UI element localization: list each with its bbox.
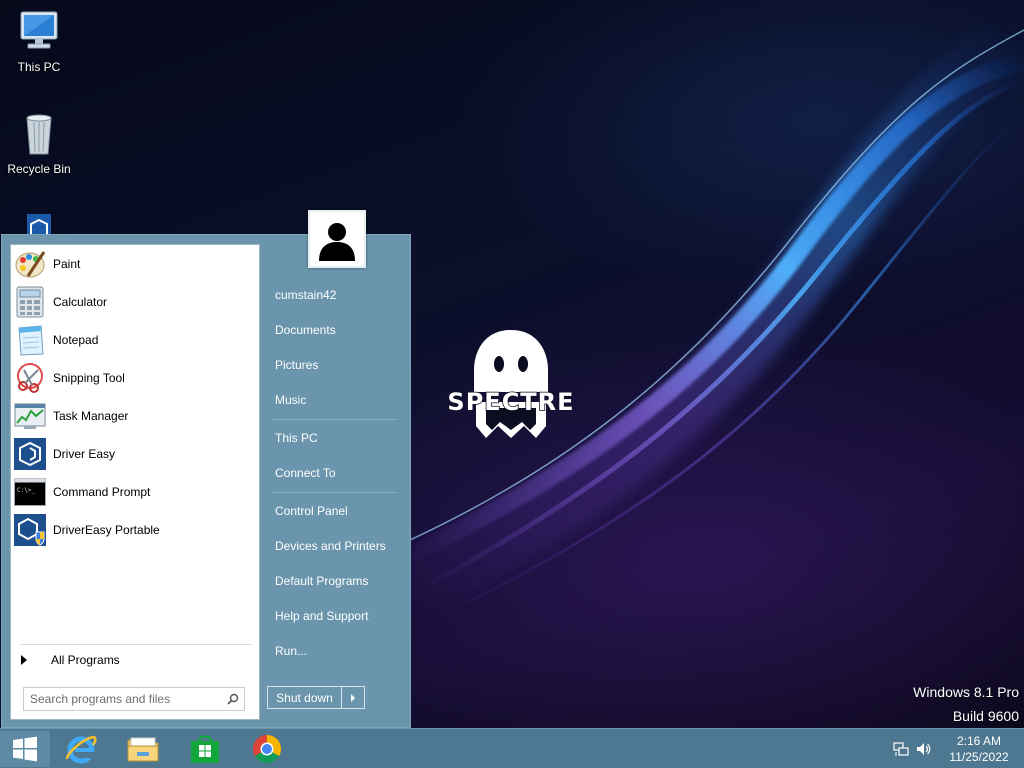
shutdown-group: Shut down [267, 686, 365, 709]
pictures-link[interactable]: Pictures [268, 351, 402, 379]
help-and-support-label: Help and Support [275, 609, 369, 623]
desktop-icon-label: Recycle Bin [7, 162, 71, 176]
program-label: DriverEasy Portable [53, 523, 160, 537]
svg-text:C:\>_: C:\>_ [17, 487, 35, 494]
help-and-support-link[interactable]: Help and Support [268, 602, 402, 630]
chevron-right-icon [351, 693, 355, 702]
system-tray: 2:16 AM 11/25/2022 [890, 729, 1024, 768]
calculator-icon [13, 285, 47, 319]
devices-and-printers-link[interactable]: Devices and Printers [268, 532, 402, 560]
windows-start-icon [13, 736, 37, 762]
recycle-bin-icon [15, 110, 63, 158]
chevron-right-icon [21, 655, 27, 665]
documents-label: Documents [275, 323, 336, 337]
search-icon[interactable] [222, 693, 244, 705]
program-label: Command Prompt [53, 485, 151, 499]
this-pc-link[interactable]: This PC [268, 424, 402, 452]
program-label: Snipping Tool [53, 371, 125, 385]
all-programs-button[interactable]: All Programs [11, 649, 259, 671]
file-explorer-icon [127, 737, 159, 762]
control-panel-label: Control Panel [275, 504, 348, 518]
all-programs-separator [21, 644, 251, 645]
program-snipping-tool[interactable]: Snipping Tool [11, 359, 259, 397]
shutdown-options-button[interactable] [342, 687, 364, 708]
taskbar-windows-store[interactable] [182, 731, 228, 767]
command-prompt-icon: C:\>_ [13, 475, 47, 509]
program-notepad[interactable]: Notepad [11, 321, 259, 359]
spectre-logo: SPECTRE [447, 330, 574, 438]
task-manager-icon [13, 399, 47, 433]
programs-panel: Paint Calculator Notepad Snipping Tool T… [10, 244, 260, 720]
os-watermark: Windows 8.1 Pro Build 9600 [913, 680, 1019, 728]
this-pc-label: This PC [275, 431, 318, 445]
run-label: Run... [275, 644, 308, 658]
desktop-icon-label: This PC [17, 60, 61, 74]
taskbar-clock[interactable]: 2:16 AM 11/25/2022 [934, 733, 1024, 765]
default-programs-label: Default Programs [275, 574, 369, 588]
user-avatar-icon [315, 217, 359, 261]
paint-icon [13, 247, 47, 281]
network-icon[interactable] [890, 738, 912, 760]
start-menu: Paint Calculator Notepad Snipping Tool T… [1, 210, 411, 728]
internet-explorer-icon [65, 735, 97, 764]
driver-easy-portable-icon [13, 513, 47, 547]
start-button[interactable] [0, 731, 50, 767]
snipping-tool-icon [13, 361, 47, 395]
shutdown-button[interactable]: Shut down [268, 687, 342, 708]
run-link[interactable]: Run... [268, 637, 402, 665]
program-label: Task Manager [53, 409, 129, 423]
program-label: Driver Easy [53, 447, 116, 461]
shutdown-label: Shut down [276, 690, 333, 705]
user-name-link[interactable]: cumstain42 [268, 281, 402, 309]
volume-icon[interactable] [912, 738, 934, 760]
right-column-separator [272, 492, 398, 493]
documents-link[interactable]: Documents [268, 316, 402, 344]
desktop-icon-this-pc[interactable]: This PC [1, 8, 77, 74]
desktop-icon-recycle-bin[interactable]: Recycle Bin [1, 110, 77, 176]
pictures-label: Pictures [275, 358, 319, 372]
spectre-logo-text: SPECTRE [447, 388, 574, 416]
program-label: Calculator [53, 295, 108, 309]
user-picture[interactable] [308, 210, 366, 268]
right-column-separator [272, 419, 398, 420]
taskbar-chrome[interactable] [244, 731, 290, 767]
program-label: Notepad [53, 333, 99, 347]
music-label: Music [275, 393, 307, 407]
os-build: Build 9600 [952, 708, 1019, 724]
program-drivereasy-portable[interactable]: DriverEasy Portable [11, 511, 259, 549]
windows-store-icon [191, 735, 219, 763]
clock-date: 11/25/2022 [949, 750, 1009, 764]
clock-time: 2:16 AM [956, 734, 1002, 748]
notepad-icon [13, 323, 47, 357]
program-driver-easy[interactable]: Driver Easy [11, 435, 259, 473]
program-task-manager[interactable]: Task Manager [11, 397, 259, 435]
devices-and-printers-label: Devices and Printers [275, 539, 386, 553]
chrome-icon [253, 735, 281, 763]
taskbar-internet-explorer[interactable] [58, 731, 104, 767]
taskbar: 2:16 AM 11/25/2022 [0, 728, 1024, 768]
search-input[interactable] [24, 689, 222, 709]
program-calculator[interactable]: Calculator [11, 283, 259, 321]
connect-to-link[interactable]: Connect To [268, 459, 402, 487]
program-label: Paint [53, 257, 81, 271]
computer-icon [15, 8, 63, 56]
user-name-label: cumstain42 [275, 288, 337, 302]
os-edition: Windows 8.1 Pro [913, 684, 1019, 700]
all-programs-label: All Programs [51, 653, 120, 667]
default-programs-link[interactable]: Default Programs [268, 567, 402, 595]
control-panel-link[interactable]: Control Panel [268, 497, 402, 525]
connect-to-label: Connect To [275, 466, 336, 480]
program-paint[interactable]: Paint [11, 245, 259, 283]
driver-easy-icon [13, 437, 47, 471]
search-box[interactable] [23, 687, 245, 711]
taskbar-file-explorer[interactable] [120, 731, 166, 767]
music-link[interactable]: Music [268, 386, 402, 414]
program-command-prompt[interactable]: C:\>_ Command Prompt [11, 473, 259, 511]
